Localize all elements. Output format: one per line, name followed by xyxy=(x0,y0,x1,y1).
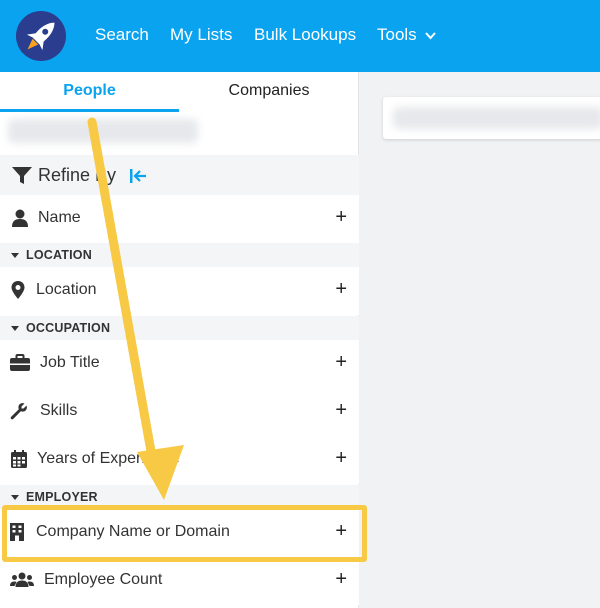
filter-location[interactable]: Location + xyxy=(0,267,359,315)
section-location-label: LOCATION xyxy=(26,248,92,262)
section-occupation-label: OCCUPATION xyxy=(26,321,111,335)
rocket-logo-icon[interactable] xyxy=(16,11,66,61)
nav-tools[interactable]: Tools xyxy=(377,25,437,45)
filter-employee-count-label: Employee Count xyxy=(44,571,163,588)
add-employee-count-button[interactable]: + xyxy=(335,568,347,590)
add-skills-button[interactable]: + xyxy=(335,399,347,421)
caret-down-icon xyxy=(11,326,19,331)
refine-by-header: Refine By xyxy=(0,155,359,195)
caret-down-icon xyxy=(11,253,19,258)
filter-years-experience[interactable]: Years of Experience + xyxy=(0,436,359,484)
users-icon xyxy=(10,572,34,587)
calendar-icon xyxy=(11,450,27,468)
filter-skills-label: Skills xyxy=(40,402,78,419)
results-panel xyxy=(360,72,600,608)
filter-icon xyxy=(12,167,32,184)
add-years-experience-button[interactable]: + xyxy=(335,447,347,469)
filter-employee-count[interactable]: Employee Count + xyxy=(0,557,359,605)
filter-job-title[interactable]: Job Title + xyxy=(0,340,359,388)
add-job-title-button[interactable]: + xyxy=(335,351,347,373)
add-name-button[interactable]: + xyxy=(335,206,347,228)
nav-my-lists[interactable]: My Lists xyxy=(170,25,232,45)
wrench-icon xyxy=(10,403,27,420)
tab-companies[interactable]: Companies xyxy=(179,72,359,112)
filter-years-experience-label: Years of Experience xyxy=(37,450,180,467)
section-occupation[interactable]: OCCUPATION xyxy=(0,316,359,340)
filter-location-label: Location xyxy=(36,281,97,298)
map-pin-icon xyxy=(11,281,25,299)
refine-by-label: Refine By xyxy=(38,165,117,185)
add-location-button[interactable]: + xyxy=(335,278,347,300)
section-employer-label: EMPLOYER xyxy=(26,490,98,504)
collapse-icon[interactable] xyxy=(130,169,147,183)
filter-name-label: Name xyxy=(38,209,81,226)
nav-bulk-lookups[interactable]: Bulk Lookups xyxy=(254,25,356,45)
annotation-highlight-box xyxy=(2,505,367,562)
blurred-results-field xyxy=(393,107,600,129)
caret-down-icon xyxy=(11,495,19,500)
top-nav-bar: Search My Lists Bulk Lookups Tools xyxy=(0,0,600,72)
filter-skills[interactable]: Skills + xyxy=(0,388,359,436)
briefcase-icon xyxy=(10,354,30,371)
nav-tools-label: Tools xyxy=(377,25,417,44)
tab-people[interactable]: People xyxy=(0,72,179,112)
chevron-down-icon xyxy=(425,31,437,40)
person-icon xyxy=(12,209,28,227)
blurred-search-field[interactable] xyxy=(8,119,198,143)
filter-job-title-label: Job Title xyxy=(40,354,100,371)
filter-name[interactable]: Name + xyxy=(0,195,359,243)
results-search-card[interactable] xyxy=(383,97,600,139)
nav-search[interactable]: Search xyxy=(95,25,149,45)
section-location[interactable]: LOCATION xyxy=(0,243,359,267)
